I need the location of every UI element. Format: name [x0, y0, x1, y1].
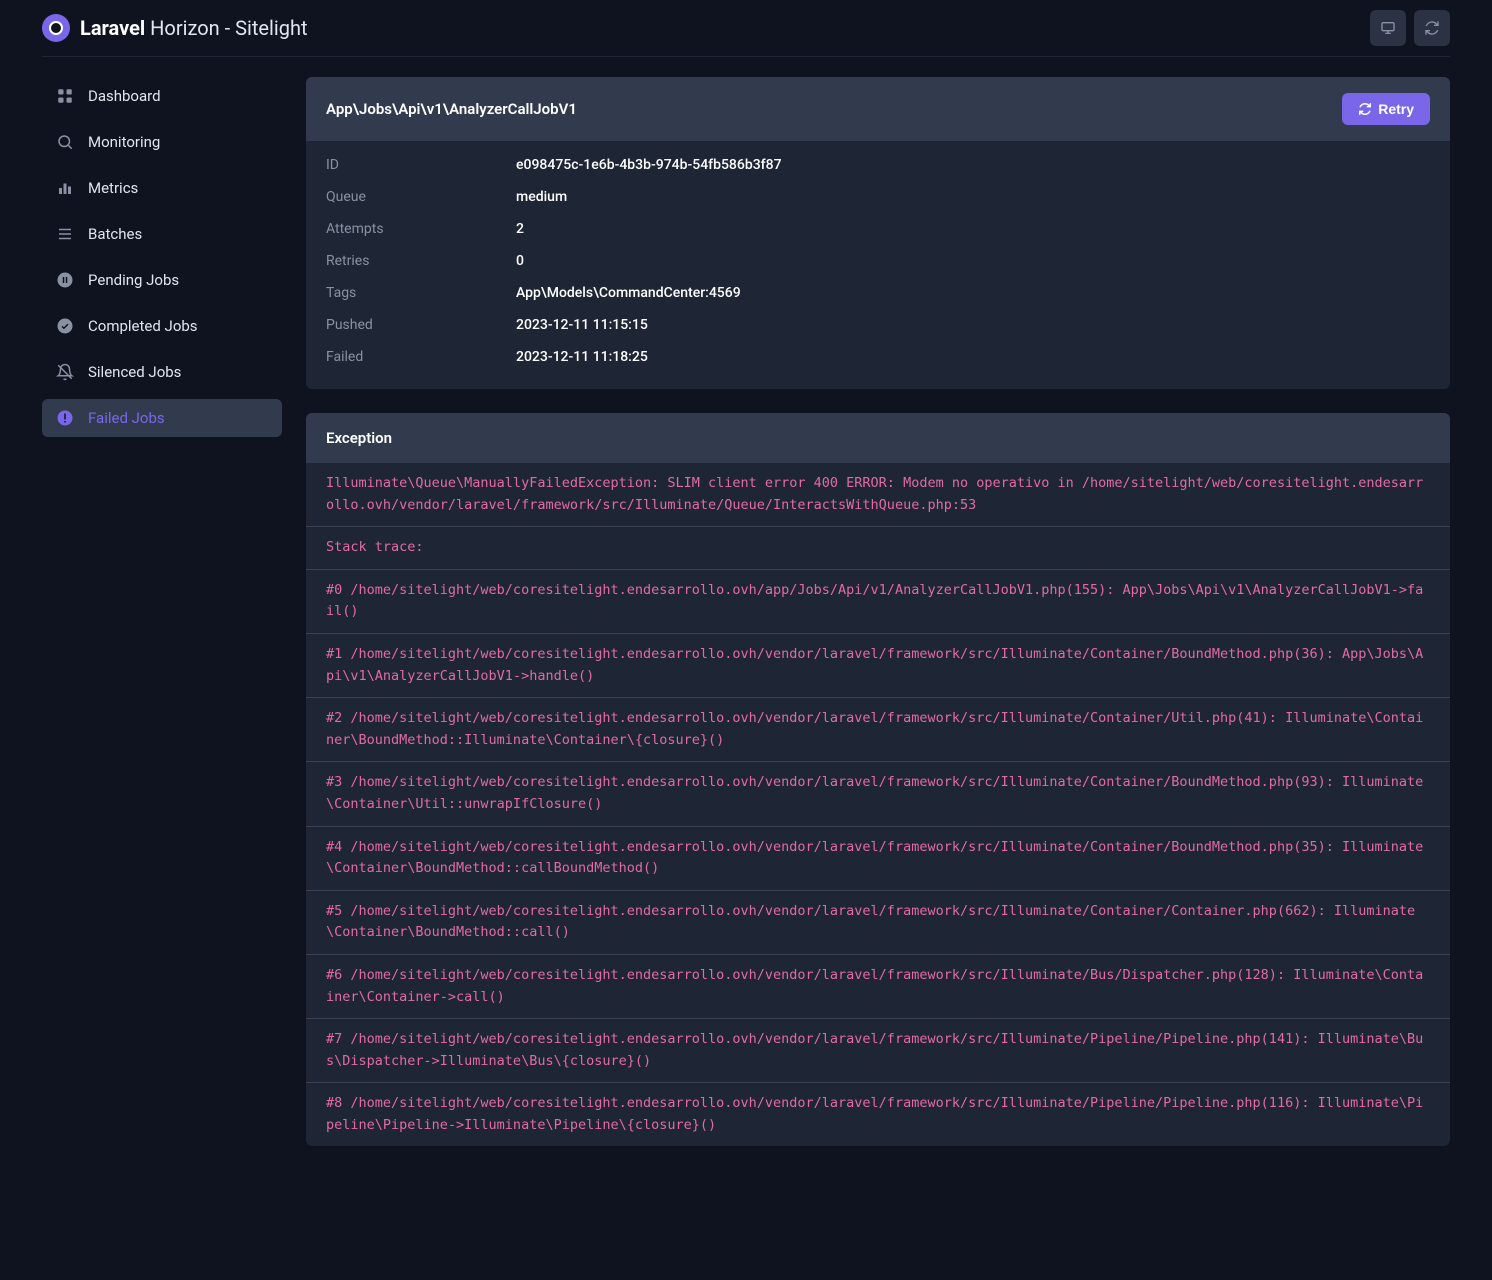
job-field-key: ID: [326, 157, 516, 173]
refresh-icon: [1424, 20, 1440, 36]
trace-line: Stack trace:: [306, 527, 1450, 570]
job-field-key: Attempts: [326, 221, 516, 237]
exception-header: Exception: [306, 413, 1450, 463]
job-fields: IDe098475c-1e6b-4b3b-974b-54fb586b3f87Qu…: [306, 141, 1450, 389]
brand-title: Laravel Horizon - Sitelight: [80, 16, 308, 40]
job-field-row: Attempts2: [326, 213, 1430, 245]
sidebar-item-label: Batches: [88, 225, 142, 243]
sidebar-item-batches[interactable]: Batches: [42, 215, 282, 253]
pause-icon: [56, 271, 74, 289]
trace-line: #2 /home/sitelight/web/coresitelight.end…: [306, 698, 1450, 762]
job-field-value: 2: [516, 221, 524, 237]
job-field-row: TagsApp\Models\CommandCenter:4569: [326, 277, 1430, 309]
job-field-key: Pushed: [326, 317, 516, 333]
job-field-row: IDe098475c-1e6b-4b3b-974b-54fb586b3f87: [326, 149, 1430, 181]
desktop-toggle-button[interactable]: [1370, 10, 1406, 46]
exception-trace: Illuminate\Queue\ManuallyFailedException…: [306, 463, 1450, 1146]
job-field-row: Queuemedium: [326, 181, 1430, 213]
trace-line: #5 /home/sitelight/web/coresitelight.end…: [306, 891, 1450, 955]
trace-line: #8 /home/sitelight/web/coresitelight.end…: [306, 1083, 1450, 1146]
monitor-icon: [1380, 20, 1396, 36]
sidebar-item-label: Pending Jobs: [88, 271, 179, 289]
sidebar-item-label: Failed Jobs: [88, 409, 165, 427]
job-field-value: App\Models\CommandCenter:4569: [516, 285, 741, 301]
job-field-row: Retries0: [326, 245, 1430, 277]
job-field-key: Failed: [326, 349, 516, 365]
job-field-value: e098475c-1e6b-4b3b-974b-54fb586b3f87: [516, 157, 782, 173]
brand: Laravel Horizon - Sitelight: [42, 14, 308, 42]
alert-icon: [56, 409, 74, 427]
sidebar-item-label: Silenced Jobs: [88, 363, 181, 381]
list-icon: [56, 225, 74, 243]
bell-off-icon: [56, 363, 74, 381]
job-field-key: Queue: [326, 189, 516, 205]
check-icon: [56, 317, 74, 335]
trace-line: #3 /home/sitelight/web/coresitelight.end…: [306, 762, 1450, 826]
trace-line: #0 /home/sitelight/web/coresitelight.end…: [306, 570, 1450, 634]
trace-line: #1 /home/sitelight/web/coresitelight.end…: [306, 634, 1450, 698]
topbar: Laravel Horizon - Sitelight: [42, 0, 1450, 57]
sidebar-item-completed[interactable]: Completed Jobs: [42, 307, 282, 345]
horizon-logo-icon: [42, 14, 70, 42]
retry-label: Retry: [1378, 101, 1414, 117]
exception-title: Exception: [326, 429, 392, 447]
sidebar-item-label: Monitoring: [88, 133, 160, 151]
trace-line: Illuminate\Queue\ManuallyFailedException…: [306, 463, 1450, 527]
sidebar-item-label: Completed Jobs: [88, 317, 198, 335]
refresh-button[interactable]: [1414, 10, 1450, 46]
job-field-key: Retries: [326, 253, 516, 269]
top-actions: [1370, 10, 1450, 46]
sidebar-item-label: Dashboard: [88, 87, 161, 105]
sidebar-item-monitoring[interactable]: Monitoring: [42, 123, 282, 161]
sidebar: Dashboard Monitoring Metrics Batches Pending…: [42, 77, 282, 445]
retry-icon: [1358, 102, 1372, 116]
job-field-value: 2023-12-11 11:15:15: [516, 317, 648, 333]
sidebar-item-label: Metrics: [88, 179, 138, 197]
job-title: App\Jobs\Api\v1\AnalyzerCallJobV1: [326, 100, 577, 118]
job-detail-header: App\Jobs\Api\v1\AnalyzerCallJobV1 Retry: [306, 77, 1450, 141]
grid-icon: [56, 87, 74, 105]
sidebar-item-silenced[interactable]: Silenced Jobs: [42, 353, 282, 391]
sidebar-item-metrics[interactable]: Metrics: [42, 169, 282, 207]
sidebar-item-failed[interactable]: Failed Jobs: [42, 399, 282, 437]
sidebar-item-pending[interactable]: Pending Jobs: [42, 261, 282, 299]
job-field-value: medium: [516, 189, 567, 205]
search-icon: [56, 133, 74, 151]
job-field-row: Failed2023-12-11 11:18:25: [326, 341, 1430, 373]
job-detail-card: App\Jobs\Api\v1\AnalyzerCallJobV1 Retry …: [306, 77, 1450, 389]
exception-card: Exception Illuminate\Queue\ManuallyFaile…: [306, 413, 1450, 1146]
bars-icon: [56, 179, 74, 197]
retry-button[interactable]: Retry: [1342, 93, 1430, 125]
trace-line: #7 /home/sitelight/web/coresitelight.end…: [306, 1019, 1450, 1083]
job-field-value: 2023-12-11 11:18:25: [516, 349, 648, 365]
sidebar-item-dashboard[interactable]: Dashboard: [42, 77, 282, 115]
trace-line: #6 /home/sitelight/web/coresitelight.end…: [306, 955, 1450, 1019]
job-field-row: Pushed2023-12-11 11:15:15: [326, 309, 1430, 341]
main-content: App\Jobs\Api\v1\AnalyzerCallJobV1 Retry …: [306, 77, 1450, 1170]
job-field-value: 0: [516, 253, 524, 269]
job-field-key: Tags: [326, 285, 516, 301]
trace-line: #4 /home/sitelight/web/coresitelight.end…: [306, 827, 1450, 891]
